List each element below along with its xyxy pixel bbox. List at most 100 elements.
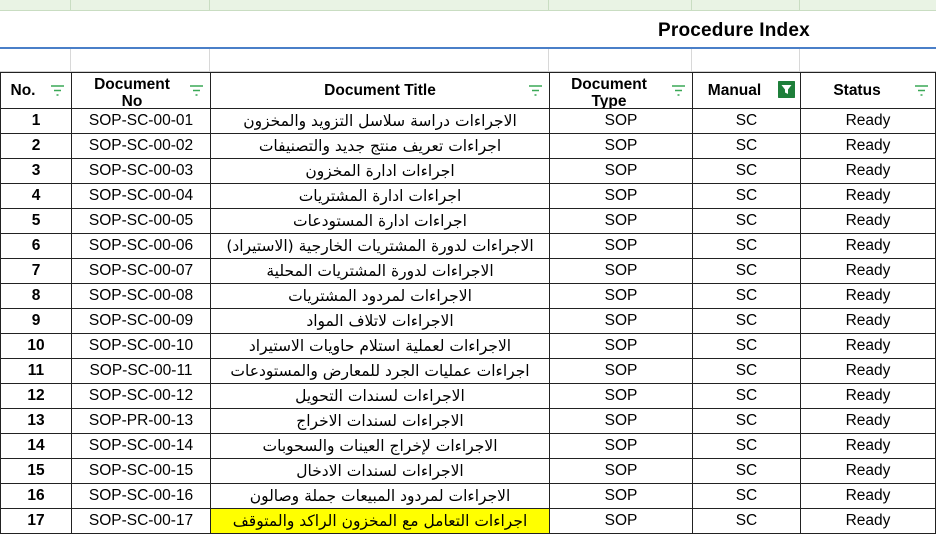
document-no-cell[interactable]: SOP-SC-00-17: [71, 508, 211, 534]
document-title-cell[interactable]: الاجراءات لمردود المشتريات: [210, 283, 550, 309]
row-number-cell[interactable]: 12: [0, 383, 72, 409]
document-type-cell[interactable]: SOP: [549, 483, 693, 509]
document-type-cell[interactable]: SOP: [549, 183, 693, 209]
manual-cell[interactable]: SC: [692, 233, 801, 259]
document-title-cell[interactable]: الاجراءات لدورة المشتريات الخارجية (الاس…: [210, 233, 550, 259]
manual-cell[interactable]: SC: [692, 508, 801, 534]
manual-cell[interactable]: SC: [692, 133, 801, 159]
status-cell[interactable]: Ready: [800, 233, 936, 259]
document-title-cell[interactable]: الاجراءات لمردود المبيعات جملة وصالون: [210, 483, 550, 509]
filter-icon[interactable]: [50, 84, 65, 97]
manual-cell[interactable]: SC: [692, 108, 801, 134]
document-type-cell[interactable]: SOP: [549, 383, 693, 409]
document-no-cell[interactable]: SOP-SC-00-10: [71, 333, 211, 359]
document-no-cell[interactable]: SOP-SC-00-02: [71, 133, 211, 159]
status-cell[interactable]: Ready: [800, 133, 936, 159]
document-no-cell[interactable]: SOP-PR-00-13: [71, 408, 211, 434]
col-header-manual[interactable]: Manual: [692, 72, 801, 109]
document-type-cell[interactable]: SOP: [549, 208, 693, 234]
document-no-cell[interactable]: SOP-SC-00-15: [71, 458, 211, 484]
document-no-cell[interactable]: SOP-SC-00-16: [71, 483, 211, 509]
col-header-document-no[interactable]: Document No: [71, 72, 211, 109]
filter-icon[interactable]: [189, 84, 204, 97]
document-no-cell[interactable]: SOP-SC-00-07: [71, 258, 211, 284]
document-type-cell[interactable]: SOP: [549, 433, 693, 459]
document-no-cell[interactable]: SOP-SC-00-05: [71, 208, 211, 234]
row-number-cell[interactable]: 3: [0, 158, 72, 184]
row-number-cell[interactable]: 7: [0, 258, 72, 284]
col-header-no[interactable]: No.: [0, 72, 72, 109]
filter-icon[interactable]: [914, 84, 929, 97]
col-header-document-title[interactable]: Document Title: [210, 72, 550, 109]
manual-cell[interactable]: SC: [692, 158, 801, 184]
manual-cell[interactable]: SC: [692, 258, 801, 284]
manual-cell[interactable]: SC: [692, 358, 801, 384]
row-number-cell[interactable]: 17: [0, 508, 72, 534]
document-title-cell[interactable]: اجراءات تعريف منتج جديد والتصنيفات: [210, 133, 550, 159]
document-title-cell[interactable]: الاجراءات دراسة سلاسل التزويد والمخزون: [210, 108, 550, 134]
document-type-cell[interactable]: SOP: [549, 333, 693, 359]
row-number-cell[interactable]: 13: [0, 408, 72, 434]
document-title-cell[interactable]: اجراءات عمليات الجرد للمعارض والمستودعات: [210, 358, 550, 384]
row-number-cell[interactable]: 14: [0, 433, 72, 459]
document-type-cell[interactable]: SOP: [549, 283, 693, 309]
document-title-cell[interactable]: الاجراءات لسندات الاخراج: [210, 408, 550, 434]
row-number-cell[interactable]: 10: [0, 333, 72, 359]
row-number-cell[interactable]: 1: [0, 108, 72, 134]
row-number-cell[interactable]: 4: [0, 183, 72, 209]
document-no-cell[interactable]: SOP-SC-00-08: [71, 283, 211, 309]
document-type-cell[interactable]: SOP: [549, 233, 693, 259]
document-title-cell[interactable]: اجراءات ادارة المخزون: [210, 158, 550, 184]
row-number-cell[interactable]: 15: [0, 458, 72, 484]
document-type-cell[interactable]: SOP: [549, 258, 693, 284]
status-cell[interactable]: Ready: [800, 308, 936, 334]
document-title-cell[interactable]: اجراءات ادارة المستودعات: [210, 208, 550, 234]
document-no-cell[interactable]: SOP-SC-00-01: [71, 108, 211, 134]
document-no-cell[interactable]: SOP-SC-00-04: [71, 183, 211, 209]
document-type-cell[interactable]: SOP: [549, 408, 693, 434]
manual-cell[interactable]: SC: [692, 408, 801, 434]
document-title-cell[interactable]: الاجراءات لسندات التحويل: [210, 383, 550, 409]
status-cell[interactable]: Ready: [800, 458, 936, 484]
status-cell[interactable]: Ready: [800, 108, 936, 134]
status-cell[interactable]: Ready: [800, 208, 936, 234]
document-no-cell[interactable]: SOP-SC-00-11: [71, 358, 211, 384]
document-title-cell[interactable]: الاجراءات لعملية استلام حاويات الاستيراد: [210, 333, 550, 359]
document-title-cell[interactable]: الاجراءات لإخراج العينات والسحوبات: [210, 433, 550, 459]
status-cell[interactable]: Ready: [800, 183, 936, 209]
document-type-cell[interactable]: SOP: [549, 458, 693, 484]
row-number-cell[interactable]: 16: [0, 483, 72, 509]
status-cell[interactable]: Ready: [800, 508, 936, 534]
manual-cell[interactable]: SC: [692, 283, 801, 309]
status-cell[interactable]: Ready: [800, 158, 936, 184]
manual-cell[interactable]: SC: [692, 333, 801, 359]
document-type-cell[interactable]: SOP: [549, 358, 693, 384]
document-type-cell[interactable]: SOP: [549, 158, 693, 184]
row-number-cell[interactable]: 6: [0, 233, 72, 259]
document-no-cell[interactable]: SOP-SC-00-03: [71, 158, 211, 184]
status-cell[interactable]: Ready: [800, 433, 936, 459]
document-type-cell[interactable]: SOP: [549, 108, 693, 134]
status-cell[interactable]: Ready: [800, 408, 936, 434]
row-number-cell[interactable]: 8: [0, 283, 72, 309]
manual-cell[interactable]: SC: [692, 433, 801, 459]
document-title-cell[interactable]: الاجراءات لسندات الادخال: [210, 458, 550, 484]
document-no-cell[interactable]: SOP-SC-00-12: [71, 383, 211, 409]
manual-cell[interactable]: SC: [692, 458, 801, 484]
manual-cell[interactable]: SC: [692, 308, 801, 334]
status-cell[interactable]: Ready: [800, 283, 936, 309]
manual-cell[interactable]: SC: [692, 208, 801, 234]
manual-cell[interactable]: SC: [692, 483, 801, 509]
document-type-cell[interactable]: SOP: [549, 508, 693, 534]
filter-active-icon[interactable]: [778, 81, 795, 98]
row-number-cell[interactable]: 2: [0, 133, 72, 159]
status-cell[interactable]: Ready: [800, 333, 936, 359]
col-header-status[interactable]: Status: [800, 72, 936, 109]
filter-icon[interactable]: [528, 84, 543, 97]
col-header-document-type[interactable]: Document Type: [549, 72, 693, 109]
document-type-cell[interactable]: SOP: [549, 133, 693, 159]
document-no-cell[interactable]: SOP-SC-00-09: [71, 308, 211, 334]
status-cell[interactable]: Ready: [800, 383, 936, 409]
document-title-cell[interactable]: اجراءات التعامل مع المخزون الراكد والمتو…: [210, 508, 550, 534]
manual-cell[interactable]: SC: [692, 183, 801, 209]
